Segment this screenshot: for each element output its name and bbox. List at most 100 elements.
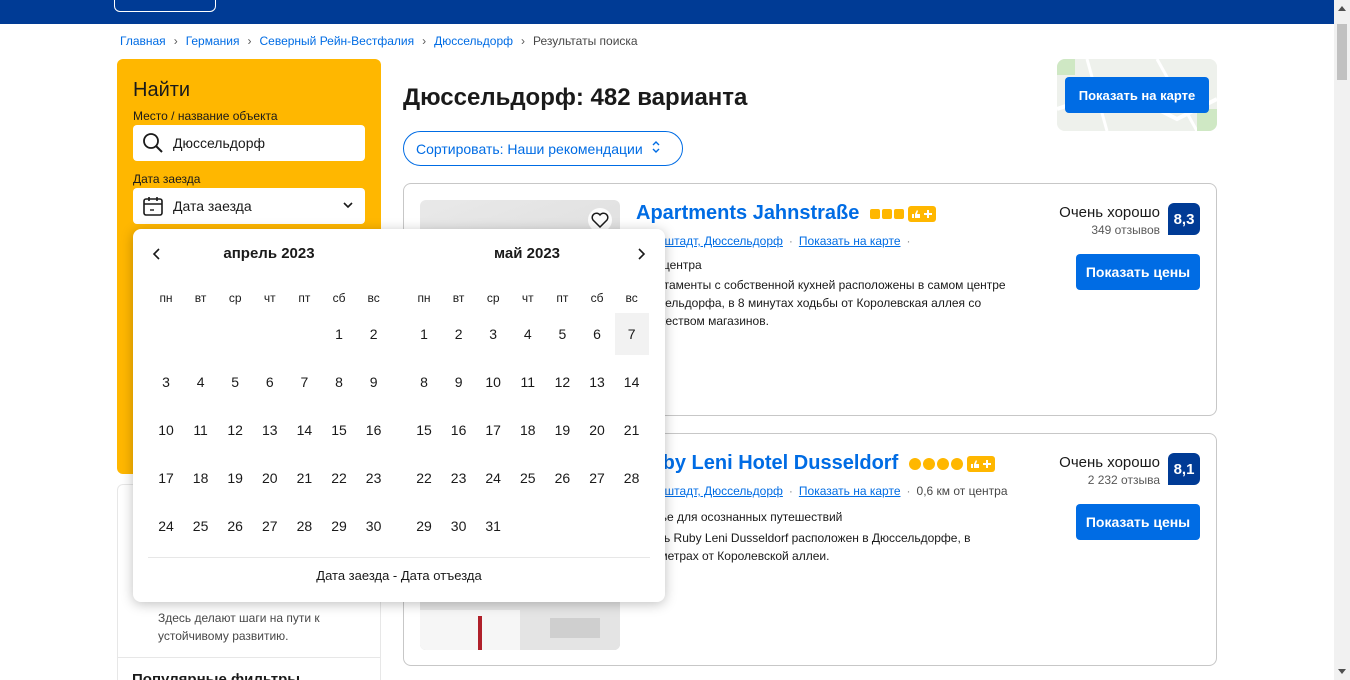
divider (118, 657, 380, 658)
calendar-day[interactable]: 13 (580, 361, 614, 403)
calendar-day[interactable]: 16 (357, 409, 391, 451)
calendar-day[interactable]: 9 (357, 361, 391, 403)
show-on-map-link[interactable]: Показать на карте (799, 484, 901, 498)
hotel-description: Апартаменты с собственной кухней располо… (636, 278, 1006, 328)
calendar-day[interactable]: 21 (615, 409, 649, 451)
destination-input[interactable]: Дюссельдорф (133, 125, 365, 161)
calendar-day[interactable]: 13 (253, 409, 287, 451)
calendar-day[interactable]: 8 (322, 361, 356, 403)
calendar-day[interactable]: 14 (615, 361, 649, 403)
calendar-day[interactable]: 14 (287, 409, 321, 451)
calendar-day[interactable]: 18 (511, 409, 545, 451)
square-star-icon (893, 208, 904, 219)
weekday-label: вт (194, 291, 207, 305)
calendar-day[interactable]: 29 (322, 505, 356, 547)
calendar-day[interactable]: 9 (442, 361, 476, 403)
calendar-day[interactable]: 8 (407, 361, 441, 403)
star-icon (950, 457, 963, 470)
calendar-day[interactable]: 28 (615, 457, 649, 499)
calendar-day[interactable]: 6 (253, 361, 287, 403)
calendar-day[interactable]: 19 (545, 409, 579, 451)
show-on-map-link[interactable]: Показать на карте (799, 234, 901, 248)
calendar-day[interactable]: 21 (287, 457, 321, 499)
calendar-day[interactable]: 22 (322, 457, 356, 499)
calendar-day[interactable]: 15 (407, 409, 441, 451)
breadcrumb-country[interactable]: Германия (186, 34, 240, 48)
map-preview[interactable]: Показать на карте (1057, 59, 1217, 131)
header-button[interactable] (114, 0, 216, 12)
star-icon (936, 457, 949, 470)
breadcrumb-region[interactable]: Северный Рейн-Вестфалия (259, 34, 414, 48)
chevron-right-icon: › (521, 34, 525, 48)
show-on-map-button[interactable]: Показать на карте (1065, 77, 1209, 113)
calendar-day[interactable]: 10 (149, 409, 183, 451)
calendar-day[interactable]: 4 (184, 361, 218, 403)
breadcrumb-city[interactable]: Дюссельдорф (434, 34, 513, 48)
calendar-day[interactable]: 27 (253, 505, 287, 547)
calendar-day[interactable]: 2 (357, 313, 391, 355)
show-prices-button[interactable]: Показать цены (1076, 254, 1200, 290)
calendar-day[interactable]: 27 (580, 457, 614, 499)
calendar-day[interactable]: 16 (442, 409, 476, 451)
calendar-day[interactable]: 30 (442, 505, 476, 547)
calendar-day[interactable]: 4 (511, 313, 545, 355)
calendar-day[interactable]: 2 (442, 313, 476, 355)
calendar-day[interactable]: 20 (253, 457, 287, 499)
calendar-day[interactable]: 31 (476, 505, 510, 547)
calendar-day[interactable]: 18 (184, 457, 218, 499)
calendar-day[interactable]: 17 (149, 457, 183, 499)
calendar-day[interactable]: 24 (149, 505, 183, 547)
scroll-down-arrow-icon[interactable] (1338, 669, 1346, 674)
calendar-day[interactable]: 24 (476, 457, 510, 499)
calendar-day[interactable]: 25 (511, 457, 545, 499)
sort-button[interactable]: Сортировать: Наши рекомендации (403, 131, 683, 166)
calendar-day[interactable]: 23 (442, 457, 476, 499)
destination-label: Место / название объекта (133, 109, 278, 123)
calendar-day[interactable]: 22 (407, 457, 441, 499)
sort-arrows-icon (651, 140, 661, 157)
calendar-day[interactable]: 26 (218, 505, 252, 547)
calendar-day[interactable]: 10 (476, 361, 510, 403)
review-score-badge: 8,1 (1168, 453, 1200, 485)
calendar-day[interactable]: 7 (287, 361, 321, 403)
hotel-name[interactable]: Apartments Jahnstraße (636, 202, 859, 224)
calendar-day[interactable]: 11 (184, 409, 218, 451)
calendar-day[interactable]: 29 (407, 505, 441, 547)
results-title: Дюссельдорф: 482 варианта (403, 84, 748, 111)
weekday-label: вс (625, 291, 638, 305)
calendar-day[interactable]: 25 (184, 505, 218, 547)
date-range-summary: Дата заезда - Дата отъезда (316, 568, 482, 583)
breadcrumb-home[interactable]: Главная (120, 34, 166, 48)
calendar-day[interactable]: 26 (545, 457, 579, 499)
calendar-day[interactable]: 3 (149, 361, 183, 403)
divider (148, 557, 650, 558)
calendar-day[interactable]: 17 (476, 409, 510, 451)
weekday-label: пн (417, 291, 431, 305)
scroll-up-arrow-icon[interactable] (1338, 6, 1346, 11)
weekday-label: пн (159, 291, 173, 305)
calendar-day[interactable]: 1 (407, 313, 441, 355)
calendar-day[interactable]: 12 (545, 361, 579, 403)
calendar-day[interactable]: 11 (511, 361, 545, 403)
destination-value: Дюссельдорф (173, 135, 266, 151)
calendar-day[interactable]: 20 (580, 409, 614, 451)
chevron-right-icon: › (173, 34, 178, 48)
checkin-date-field[interactable]: Дата заезда (133, 188, 365, 224)
page-scrollbar[interactable] (1334, 0, 1350, 680)
calendar-day[interactable]: 23 (357, 457, 391, 499)
calendar-day[interactable]: 12 (218, 409, 252, 451)
calendar-day[interactable]: 7 (614, 313, 649, 355)
calendar-day[interactable]: 19 (218, 457, 252, 499)
checkin-label: Дата заезда (133, 172, 201, 186)
hotel-name[interactable]: Ruby Leni Hotel Dusseldorf (636, 452, 898, 474)
calendar-day[interactable]: 5 (218, 361, 252, 403)
scroll-thumb[interactable] (1337, 24, 1347, 80)
calendar-day[interactable]: 3 (476, 313, 510, 355)
calendar-day[interactable]: 28 (287, 505, 321, 547)
show-prices-button[interactable]: Показать цены (1076, 504, 1200, 540)
calendar-day[interactable]: 6 (580, 313, 614, 355)
calendar-day[interactable]: 1 (322, 313, 356, 355)
calendar-day[interactable]: 15 (322, 409, 356, 451)
calendar-day[interactable]: 30 (357, 505, 391, 547)
calendar-day[interactable]: 5 (545, 313, 579, 355)
